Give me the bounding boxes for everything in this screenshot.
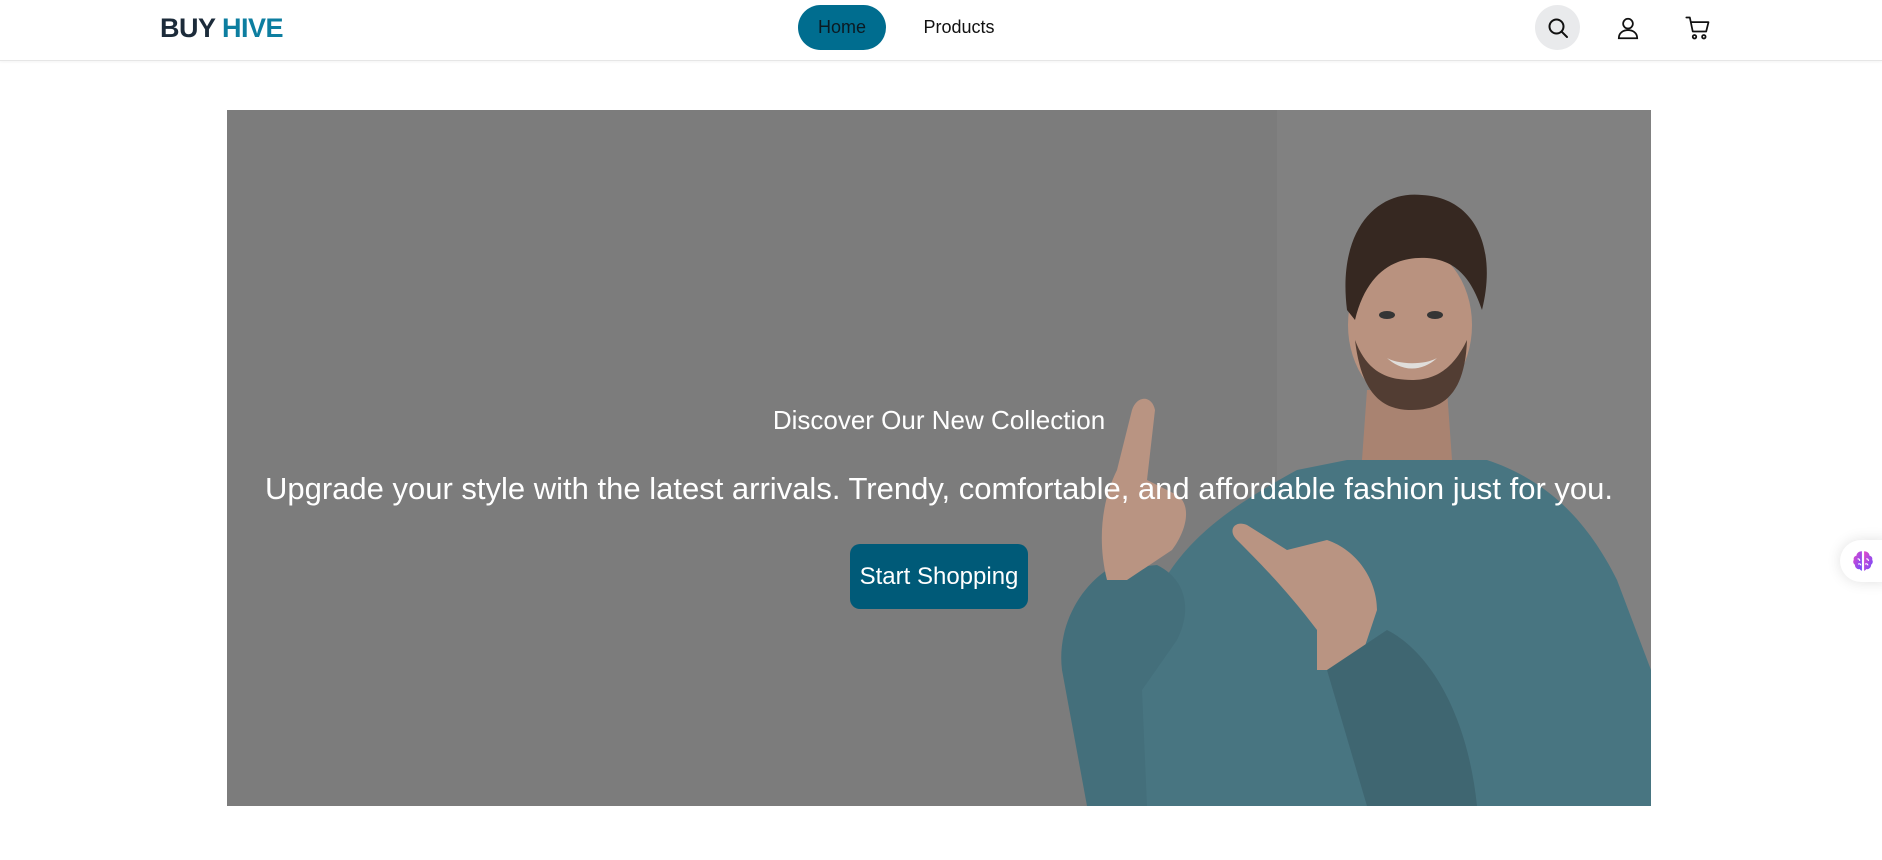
floating-assistant-button[interactable]	[1840, 540, 1882, 582]
hero-content: Discover Our New Collection Upgrade your…	[227, 110, 1651, 806]
search-icon	[1548, 18, 1568, 38]
brand-logo-part1: BUY	[160, 13, 216, 43]
user-icon	[1617, 17, 1638, 39]
site-header: BUY HIVE Home Products	[0, 0, 1882, 61]
nav-products-link[interactable]: Products	[906, 5, 1012, 50]
account-button[interactable]	[1605, 5, 1650, 50]
cart-button[interactable]	[1675, 5, 1720, 50]
search-button[interactable]	[1535, 5, 1580, 50]
nav-home-link[interactable]: Home	[798, 5, 886, 50]
brand-logo-part2: HIVE	[222, 13, 284, 43]
hero-subtitle: Discover Our New Collection	[772, 405, 1106, 435]
brand-logo[interactable]: BUY HIVE	[160, 11, 284, 45]
brain-icon	[1853, 551, 1873, 571]
hero-banner: Discover Our New Collection Upgrade your…	[227, 110, 1651, 806]
cart-icon	[1684, 16, 1709, 39]
start-shopping-button[interactable]: Start Shopping	[850, 544, 1028, 609]
hero-tagline: Upgrade your style with the latest arriv…	[264, 471, 1614, 506]
